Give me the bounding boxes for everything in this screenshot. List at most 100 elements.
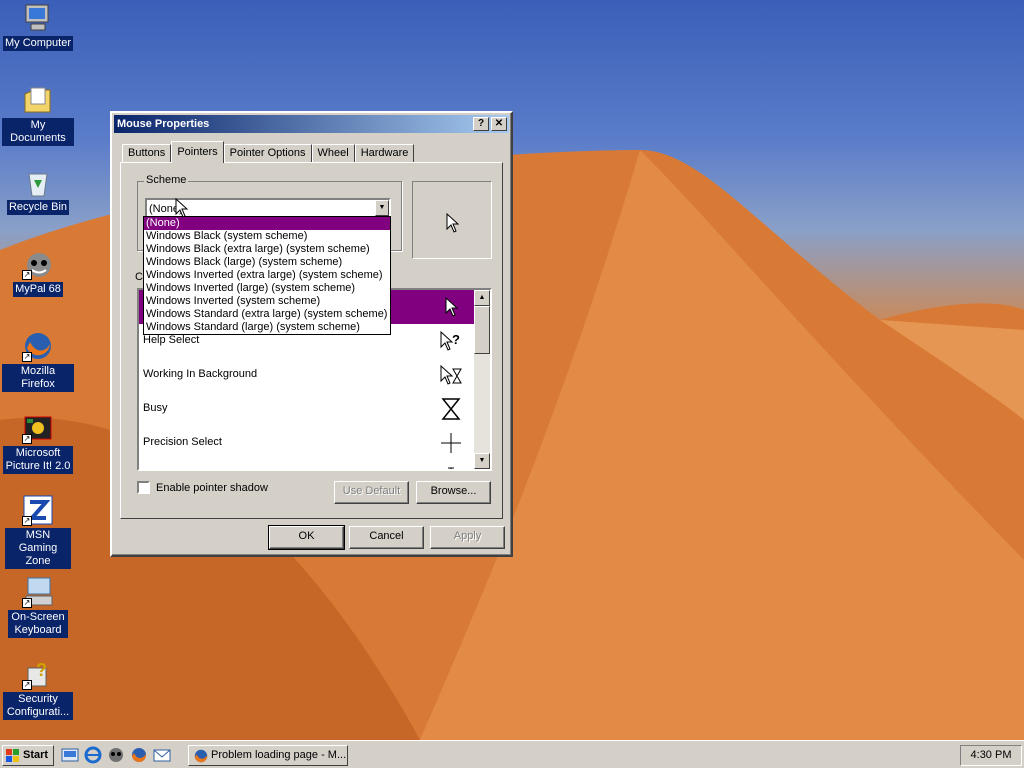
firefox-icon: ↗: [22, 330, 54, 362]
mouse-pointer-icon: [175, 198, 189, 218]
tab-pointers[interactable]: Pointers: [171, 141, 224, 163]
tab-hardware[interactable]: Hardware: [354, 144, 415, 163]
desktop-icon-onscreen-keyboard[interactable]: ↗ On-Screen Keyboard: [2, 576, 74, 638]
working-background-cursor-icon: [440, 364, 462, 385]
mypal-icon: ↗: [22, 248, 54, 280]
list-item[interactable]: Precision Select: [139, 426, 476, 460]
crosshair-cursor-icon: [441, 433, 461, 453]
desktop-icon-label: On-Screen Keyboard: [8, 610, 68, 638]
start-label: Start: [23, 749, 49, 761]
firefox-icon: [194, 749, 208, 763]
svg-text:?: ?: [452, 332, 460, 347]
desktop-icon-label: My Documents: [2, 118, 74, 146]
scroll-thumb[interactable]: [474, 306, 490, 354]
list-item[interactable]: Busy: [139, 392, 476, 426]
scheme-option[interactable]: Windows Standard (large) (system scheme): [144, 321, 390, 334]
desktop-icon-label: Security Configurati...: [3, 692, 73, 720]
scheme-option[interactable]: Windows Black (system scheme): [144, 230, 390, 243]
outlook-express-icon[interactable]: [153, 746, 171, 764]
shortcut-arrow-icon: ↗: [22, 680, 32, 690]
shortcut-arrow-icon: ↗: [22, 598, 32, 608]
taskbar-button-label: Problem loading page - M...: [211, 749, 347, 761]
shortcut-arrow-icon: ↗: [22, 516, 32, 526]
scheme-option[interactable]: Windows Inverted (system scheme): [144, 295, 390, 308]
recycle-bin-icon: [22, 166, 54, 198]
apply-button[interactable]: Apply: [430, 526, 505, 549]
svg-text:?: ?: [36, 660, 47, 680]
ok-button[interactable]: OK: [268, 525, 345, 550]
tab-wheel[interactable]: Wheel: [311, 144, 355, 163]
desktop-icon-mypal[interactable]: ↗ MyPal 68: [2, 248, 74, 297]
use-default-button[interactable]: Use Default: [334, 481, 409, 504]
msn-gaming-icon: ↗: [22, 494, 54, 526]
internet-explorer-icon[interactable]: [84, 746, 102, 764]
hourglass-cursor-icon: [441, 398, 461, 420]
list-item-label: Help Select: [143, 334, 200, 346]
scheme-option[interactable]: Windows Standard (extra large) (system s…: [144, 308, 390, 321]
browse-button[interactable]: Browse...: [416, 481, 491, 504]
dialog-title: Mouse Properties: [117, 118, 210, 130]
scheme-option[interactable]: Windows Inverted (extra large) (system s…: [144, 269, 390, 282]
cancel-button[interactable]: Cancel: [349, 526, 424, 549]
list-item-label: Busy: [143, 402, 168, 414]
help-select-cursor-icon: ?: [440, 330, 460, 351]
text-select-cursor-icon: [448, 467, 454, 469]
scheme-option[interactable]: Windows Black (extra large) (system sche…: [144, 243, 390, 256]
firefox-quicklaunch-icon[interactable]: [130, 746, 148, 764]
pointer-preview: [412, 181, 492, 259]
windows-logo-icon: [6, 749, 19, 762]
desktop-icon-security-config[interactable]: ? ↗ Security Configurati...: [2, 658, 74, 720]
pointer-shadow-option[interactable]: Enable pointer shadow: [137, 481, 268, 494]
scroll-up-button[interactable]: ▲: [474, 290, 490, 306]
clock-text: 4:30 PM: [970, 749, 1012, 761]
desktop-icon-label: Recycle Bin: [6, 200, 70, 215]
dialog-titlebar[interactable]: Mouse Properties ? ✕: [114, 115, 509, 133]
security-config-icon: ? ↗: [22, 658, 54, 690]
tab-strip: Buttons Pointers Pointer Options Wheel H…: [122, 141, 415, 163]
desktop-icon-recycle-bin[interactable]: Recycle Bin: [2, 166, 74, 215]
taskbar-button-firefox[interactable]: Problem loading page - M...: [188, 745, 348, 766]
desktop-icon-my-documents[interactable]: My Documents: [2, 84, 74, 146]
arrow-cursor-icon: [446, 213, 460, 233]
tab-buttons[interactable]: Buttons: [122, 144, 172, 163]
scheme-option[interactable]: Windows Inverted (large) (system scheme): [144, 282, 390, 295]
desktop-icon-label: My Computer: [2, 36, 74, 51]
arrow-cursor-icon: [445, 296, 459, 317]
scheme-group-title: Scheme: [144, 174, 189, 186]
scroll-down-button[interactable]: ▼: [474, 453, 490, 469]
system-tray-clock[interactable]: 4:30 PM: [960, 745, 1022, 766]
help-button[interactable]: ?: [473, 117, 489, 131]
desktop-icon-label: MyPal 68: [13, 282, 63, 297]
shortcut-arrow-icon: ↗: [22, 352, 32, 362]
chevron-down-icon[interactable]: ▼: [375, 200, 389, 216]
list-item-label: Precision Select: [143, 436, 222, 448]
customize-label: C: [135, 271, 143, 283]
start-button[interactable]: Start: [2, 745, 54, 766]
taskbar: Start Problem loading page - M... 4:30 P…: [0, 740, 1024, 768]
desktop-icon-label: MSN Gaming Zone: [5, 528, 71, 569]
my-computer-icon: [22, 2, 54, 34]
pointer-shadow-label: Enable pointer shadow: [156, 481, 268, 494]
show-desktop-icon[interactable]: [61, 746, 79, 764]
desktop-icon-label: Mozilla Firefox: [2, 364, 74, 392]
list-item[interactable]: [139, 460, 476, 469]
desktop-icon-my-computer[interactable]: My Computer: [2, 2, 74, 51]
pointer-list-scrollbar[interactable]: ▲ ▼: [474, 290, 490, 469]
desktop-icon-firefox[interactable]: ↗ Mozilla Firefox: [2, 330, 74, 392]
keyboard-icon: ↗: [22, 576, 54, 608]
picture-it-icon: ↗: [22, 412, 54, 444]
list-item-label: Working In Background: [143, 368, 258, 380]
tab-pointer-options[interactable]: Pointer Options: [223, 144, 312, 163]
list-item[interactable]: Working In Background: [139, 358, 476, 392]
mypal-quicklaunch-icon[interactable]: [107, 746, 125, 764]
shortcut-arrow-icon: ↗: [22, 434, 32, 444]
pointer-shadow-checkbox[interactable]: [137, 481, 150, 494]
scheme-dropdown-list[interactable]: (None) Windows Black (system scheme) Win…: [143, 216, 391, 335]
desktop-icon-picture-it[interactable]: ↗ Microsoft Picture It! 2.0: [2, 412, 74, 474]
scheme-option[interactable]: Windows Black (large) (system scheme): [144, 256, 390, 269]
close-button[interactable]: ✕: [491, 117, 507, 131]
shortcut-arrow-icon: ↗: [22, 270, 32, 280]
desktop-icon-msn-gaming[interactable]: ↗ MSN Gaming Zone: [2, 494, 74, 569]
scheme-option-none[interactable]: (None): [144, 217, 390, 230]
desktop-icon-label: Microsoft Picture It! 2.0: [3, 446, 73, 474]
